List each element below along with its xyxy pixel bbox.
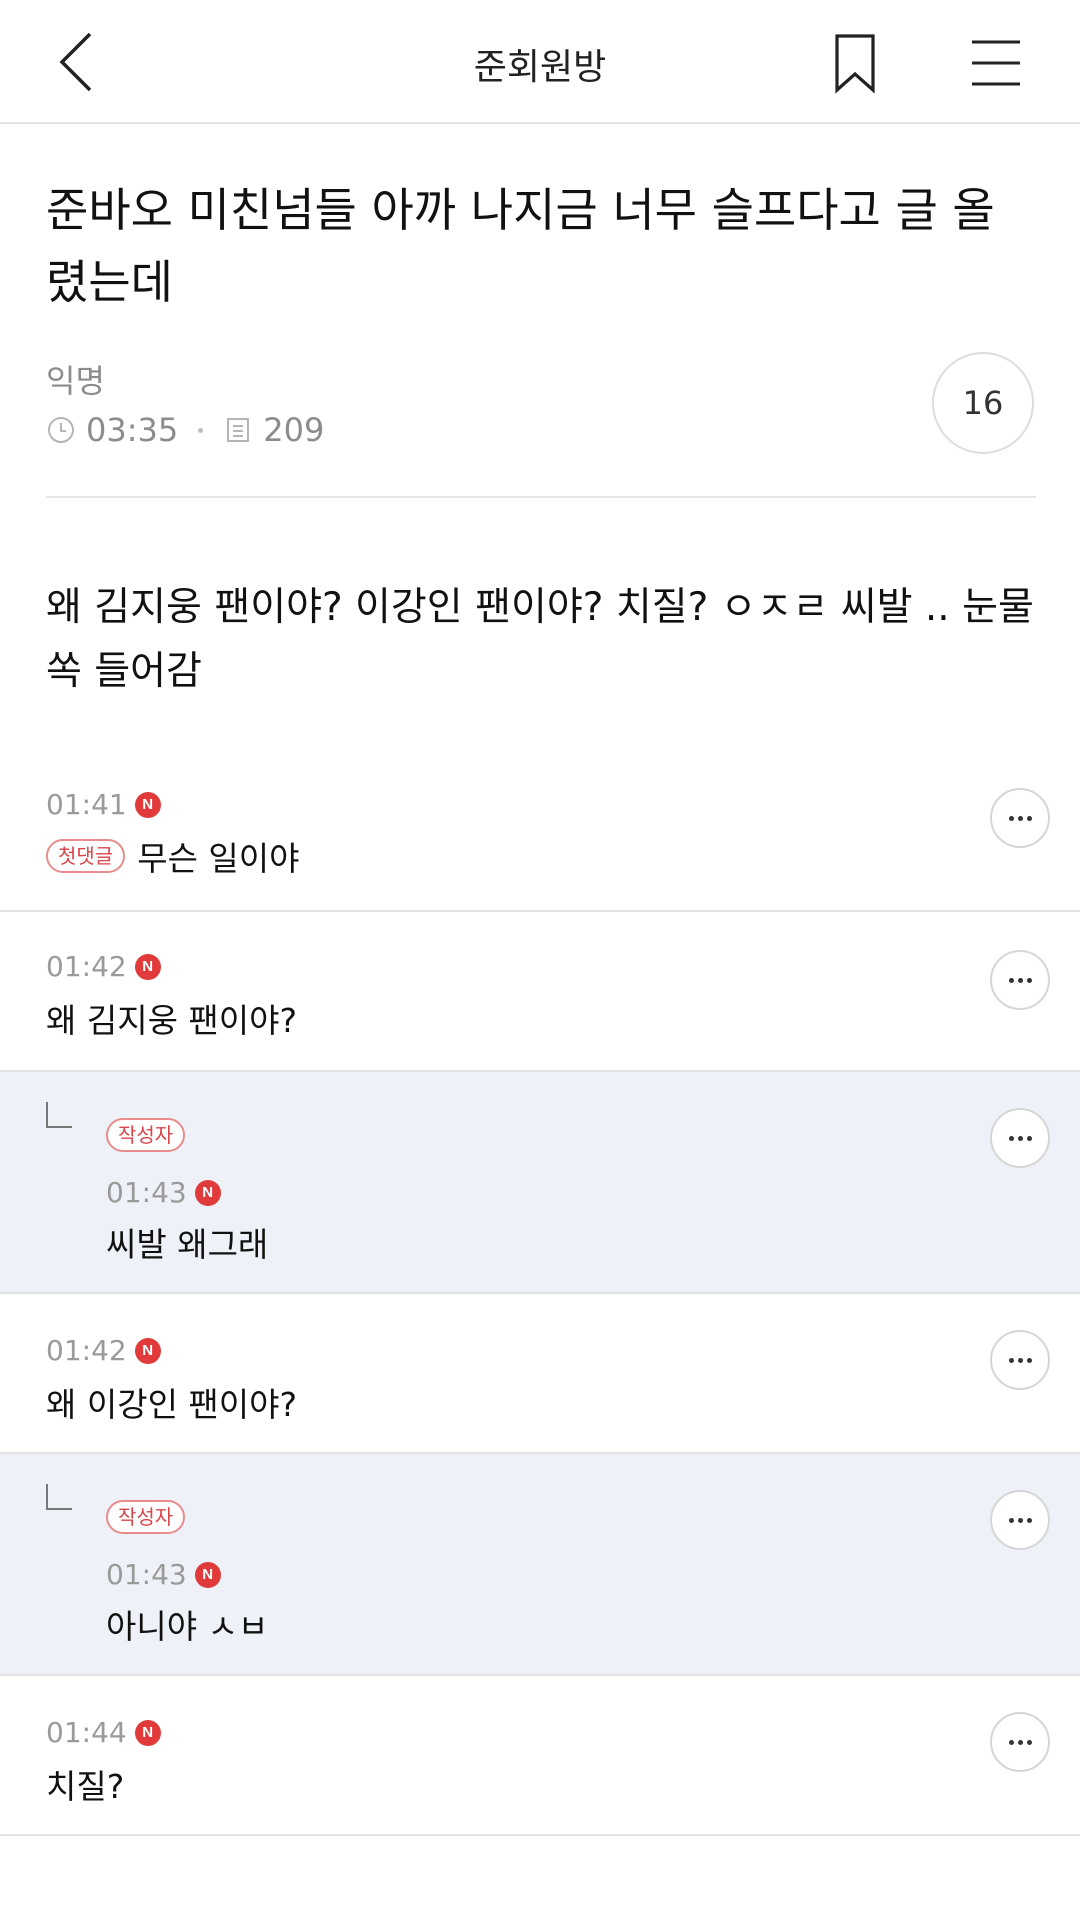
reply-item: 작성자 01:43 N 씨발 왜그래 [0, 1072, 1080, 1294]
post-meta: 03:35 209 [46, 410, 324, 450]
menu-button[interactable] [956, 28, 1036, 98]
post-title: 준바오 미친넘들 아까 나지금 너무 슬프다고 글 올렸는데 [46, 183, 995, 309]
reply-arrow-icon [46, 1484, 72, 1510]
more-options-button[interactable] [990, 1712, 1050, 1772]
comment-text: 왜 이강인 팬이야? [46, 1385, 298, 1424]
more-options-button[interactable] [990, 950, 1050, 1010]
new-badge: N [194, 1179, 221, 1206]
post-time: 03:35 [86, 411, 179, 449]
author-tag: 작성자 [106, 1500, 186, 1534]
board-title: 준회원방 [473, 47, 607, 88]
comment-time: 01:44 [46, 1716, 127, 1749]
bookmark-icon [835, 34, 875, 94]
author-tag: 작성자 [106, 1118, 186, 1152]
comment-text: 치질? [46, 1767, 125, 1806]
more-options-button[interactable] [990, 1108, 1050, 1168]
comment-time: 01:42 [46, 950, 127, 983]
top-bar: 준회원방 [0, 0, 1080, 124]
comment-time: 01:41 [46, 788, 127, 821]
new-badge: N [194, 1561, 221, 1588]
new-badge: N [134, 1337, 161, 1364]
post-body: 왜 김지웅 팬이야? 이강인 팬이야? 치질? ㅇㅈㄹ 씨발 .. 눈물 쏙 들… [46, 585, 1034, 694]
comment-time: 01:42 [46, 1334, 127, 1367]
comment-text: 무슨 일이야 [137, 839, 300, 878]
comment-text: 씨발 왜그래 [106, 1225, 269, 1264]
clock-icon [48, 417, 74, 443]
comment-item: 01:41 N 첫댓글 무슨 일이야 [0, 750, 1080, 912]
comment-item: 01:44 N 치질? [0, 1676, 1080, 1836]
comment-count-button[interactable]: 16 [932, 352, 1034, 454]
comment-item: 01:42 N 왜 이강인 팬이야? [0, 1294, 1080, 1454]
reply-arrow-icon [46, 1102, 72, 1128]
comment-text: 왜 김지웅 팬이야? [46, 1001, 298, 1040]
comment-time: 01:43 [106, 1558, 187, 1591]
post-views: 209 [263, 411, 325, 449]
more-options-button[interactable] [990, 788, 1050, 848]
document-icon [227, 418, 250, 442]
comment-time: 01:43 [106, 1176, 187, 1209]
new-badge: N [134, 1719, 161, 1746]
divider [46, 496, 1036, 498]
more-options-button[interactable] [990, 1490, 1050, 1550]
more-options-button[interactable] [990, 1330, 1050, 1390]
new-badge: N [134, 953, 161, 980]
first-comment-tag: 첫댓글 [46, 839, 126, 873]
meta-separator [198, 427, 204, 433]
post-author: 익명 [46, 362, 105, 400]
comment-text: 아니야 ㅅㅂ [106, 1607, 269, 1646]
new-badge: N [134, 791, 161, 818]
comment-item: 01:42 N 왜 김지웅 팬이야? [0, 912, 1080, 1072]
bookmark-button[interactable] [820, 28, 890, 98]
hamburger-icon [972, 40, 1020, 86]
reply-item: 작성자 01:43 N 아니야 ㅅㅂ [0, 1454, 1080, 1676]
